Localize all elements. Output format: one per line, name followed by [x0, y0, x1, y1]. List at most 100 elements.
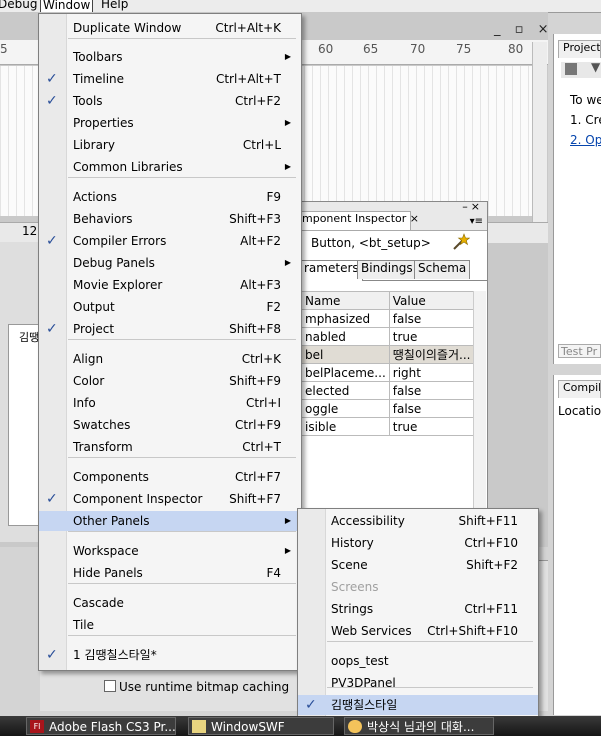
param-name[interactable]: isible: [301, 417, 390, 436]
menu-item[interactable]: Output F2: [39, 297, 301, 317]
menu-item[interactable]: Movie Explorer Alt+F3: [39, 275, 301, 295]
menu-item[interactable]: Tile: [39, 615, 301, 635]
tab-schema[interactable]: Schema: [414, 260, 471, 279]
menu-item[interactable]: Cascade: [39, 593, 301, 613]
project-link[interactable]: 2. Op: [570, 133, 601, 147]
param-value[interactable]: false: [388, 399, 475, 418]
menu-item[interactable]: Debug Panels ▶: [39, 253, 301, 273]
param-value[interactable]: false: [388, 381, 475, 400]
menu-item[interactable]: ✓ Component Inspector Shift+F7: [39, 489, 301, 509]
table-row[interactable]: belPlaceme... right: [301, 363, 475, 382]
menu-item[interactable]: ✓ Compiler Errors Alt+F2: [39, 231, 301, 251]
table-row[interactable]: nabled true: [301, 327, 475, 346]
arrow-down-icon[interactable]: ▼: [591, 60, 600, 74]
menu-item[interactable]: ✓ Timeline Ctrl+Alt+T: [39, 69, 301, 89]
menu-separator: [68, 177, 296, 178]
taskbar-flash[interactable]: Fl Adobe Flash CS3 Pr...: [26, 717, 176, 735]
submenu-item[interactable]: Accessibility Shift+F11: [298, 511, 538, 531]
test-project-button[interactable]: Test Pr: [558, 344, 601, 358]
panel-menu-icon[interactable]: ▾≡: [470, 216, 483, 227]
menu-debug[interactable]: Debug: [0, 0, 37, 11]
table-row[interactable]: oggle false: [301, 399, 475, 418]
table-row[interactable]: mphasized false: [301, 309, 475, 328]
submenu-item[interactable]: ✓ 김땡칠스타일: [298, 695, 538, 715]
menu-item[interactable]: Swatches Ctrl+F9: [39, 415, 301, 435]
param-name[interactable]: belPlaceme...: [301, 363, 390, 382]
menu-item[interactable]: Align Ctrl+K: [39, 349, 301, 369]
submenu-item[interactable]: History Ctrl+F10: [298, 533, 538, 553]
param-name[interactable]: nabled: [301, 327, 390, 346]
wand-icon[interactable]: [452, 233, 470, 251]
param-name[interactable]: elected: [301, 381, 390, 400]
menu-item-label: Timeline: [73, 72, 125, 86]
compiler-tab[interactable]: Compil: [558, 380, 601, 398]
menu-item[interactable]: ✓ Tools Ctrl+F2: [39, 91, 301, 111]
timeline-scrollbar[interactable]: [532, 42, 547, 222]
menu-item-label: Library: [73, 138, 115, 152]
close-icon[interactable]: ×: [410, 212, 419, 225]
param-value[interactable]: 땡칠이의즐거...: [388, 345, 475, 364]
param-value[interactable]: false: [388, 309, 475, 328]
submenu-item[interactable]: Web Services Ctrl+Shift+F10: [298, 621, 538, 641]
menu-item[interactable]: Color Shift+F9: [39, 371, 301, 391]
param-value[interactable]: true: [388, 327, 475, 346]
minimize-icon[interactable]: –: [462, 200, 471, 213]
menu-item[interactable]: Hide Panels F4: [39, 563, 301, 583]
submenu-item[interactable]: Scene Shift+F2: [298, 555, 538, 575]
menu-item[interactable]: Common Libraries ▶: [39, 157, 301, 177]
table-row[interactable]: isible true: [301, 417, 475, 436]
taskbar-chat[interactable]: 박상식 님과의 대화...: [344, 717, 494, 735]
menu-help[interactable]: Help: [101, 0, 128, 11]
table-row[interactable]: elected false: [301, 381, 475, 400]
param-name[interactable]: mphasized: [301, 309, 390, 328]
taskbar-windowswf[interactable]: WindowSWF: [188, 717, 334, 735]
ruler-label: 75: [456, 42, 472, 56]
param-value[interactable]: right: [388, 363, 475, 382]
window-controls[interactable]: _ ▫ ×: [494, 22, 553, 37]
table-row[interactable]: bel 땡칠이의즐거...: [301, 345, 475, 364]
submenu-item[interactable]: Strings Ctrl+F11: [298, 599, 538, 619]
inspector-scrollbar[interactable]: [473, 291, 486, 545]
menu-item[interactable]: Info Ctrl+I: [39, 393, 301, 413]
menu-item[interactable]: Library Ctrl+L: [39, 135, 301, 155]
menu-item[interactable]: Toolbars ▶: [39, 47, 301, 67]
menu-item[interactable]: ✓ 1 김땡칠스타일*: [39, 645, 301, 665]
document-tab[interactable]: 김땡: [19, 329, 39, 345]
flash-icon: Fl: [30, 720, 44, 733]
menu-item[interactable]: Behaviors Shift+F3: [39, 209, 301, 229]
menu-item[interactable]: Workspace ▶: [39, 541, 301, 561]
check-icon: ✓: [46, 233, 58, 249]
submenu-item[interactable]: oops_test: [298, 651, 538, 671]
menu-item[interactable]: Properties ▶: [39, 113, 301, 133]
submenu-arrow-icon: ▶: [284, 162, 291, 171]
param-name[interactable]: oggle: [301, 399, 390, 418]
submenu-item-shortcut: Ctrl+F11: [464, 602, 518, 616]
component-inspector-panel: mponent Inspector × –× ▾≡ Button, <bt_se…: [300, 200, 488, 548]
menu-item[interactable]: Actions F9: [39, 187, 301, 207]
tab-parameters[interactable]: rameters: [300, 260, 363, 281]
inspector-tab[interactable]: mponent Inspector ×: [301, 211, 419, 230]
menu-item-label: Properties: [73, 116, 134, 130]
menu-item[interactable]: Duplicate Window Ctrl+Alt+K: [39, 18, 301, 38]
param-value[interactable]: true: [388, 417, 475, 436]
menu-item[interactable]: Other Panels ▶: [39, 511, 301, 531]
menu-item[interactable]: ✓ Project Shift+F8: [39, 319, 301, 339]
menu-item-label: Swatches: [73, 418, 131, 432]
menu-item-label: Movie Explorer: [73, 278, 163, 292]
tab-bindings[interactable]: Bindings: [357, 260, 417, 279]
inspector-window-buttons[interactable]: –×: [462, 200, 483, 213]
bitmap-caching-option[interactable]: Use runtime bitmap caching: [104, 680, 289, 694]
menu-item-label: Duplicate Window: [73, 21, 182, 35]
bitmap-caching-checkbox[interactable]: [104, 680, 116, 692]
menu-item[interactable]: Components Ctrl+F7: [39, 467, 301, 487]
menu-item-shortcut: Alt+F2: [240, 234, 281, 248]
project-tab[interactable]: Project: [558, 40, 601, 58]
menu-item-shortcut: Ctrl+F2: [235, 94, 281, 108]
menu-item-label: Output: [73, 300, 115, 314]
menu-item[interactable]: Transform Ctrl+T: [39, 437, 301, 457]
close-icon[interactable]: ×: [471, 200, 483, 213]
submenu-item[interactable]: PV3DPanel: [298, 673, 538, 693]
project-panel: [553, 34, 601, 364]
project-folder-icon[interactable]: [565, 63, 577, 75]
param-name[interactable]: bel: [301, 345, 390, 364]
